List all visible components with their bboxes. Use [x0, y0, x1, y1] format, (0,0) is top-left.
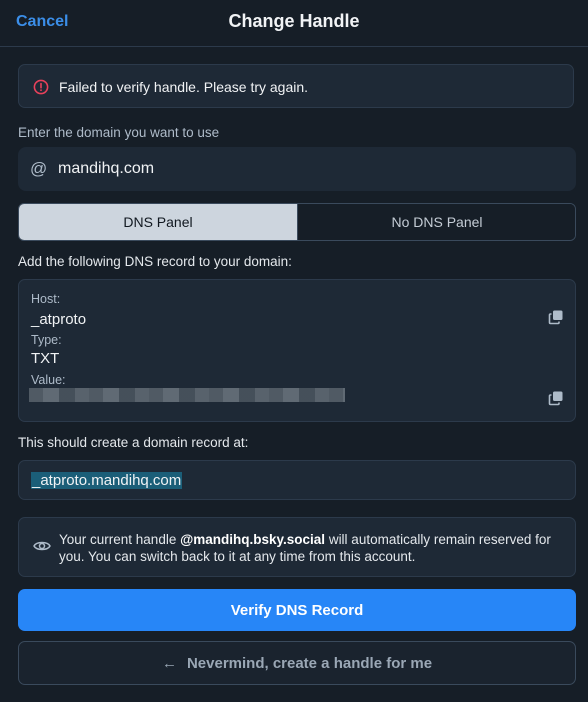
- host-value: _atproto: [31, 311, 87, 328]
- current-handle: @mandihq.bsky.social: [180, 532, 326, 547]
- eye-icon: [33, 541, 51, 551]
- copy-host-icon[interactable]: [548, 309, 564, 325]
- handle-info-box: Your current handle @mandihq.bsky.social…: [18, 517, 576, 577]
- domain-value[interactable]: mandihq.com: [58, 160, 154, 178]
- at-icon: @: [30, 159, 48, 178]
- dns-instructions: Add the following DNS record to your dom…: [18, 254, 292, 269]
- verify-dns-button[interactable]: Verify DNS Record: [18, 589, 576, 631]
- result-label: This should create a domain record at:: [18, 435, 249, 450]
- type-label: Type:: [31, 333, 62, 347]
- domain-label: Enter the domain you want to use: [18, 125, 220, 140]
- page-title: Change Handle: [228, 11, 360, 31]
- tab-dns-panel[interactable]: DNS Panel: [19, 204, 297, 240]
- arrow-left-icon: ←: [161, 654, 177, 672]
- type-value: TXT: [31, 350, 60, 367]
- tab-no-dns-panel[interactable]: No DNS Panel: [297, 204, 575, 240]
- header-bar: Cancel Change Handle: [0, 0, 588, 47]
- nevermind-label: Nevermind, create a handle for me: [186, 654, 433, 672]
- value-label: Value:: [31, 373, 66, 387]
- nevermind-button[interactable]: ← Nevermind, create a handle for me: [18, 641, 576, 685]
- dns-mode-toggle: DNS Panel No DNS Panel: [18, 203, 576, 241]
- domain-input[interactable]: @ mandihq.com: [18, 147, 576, 191]
- error-icon: [33, 79, 49, 95]
- domain-record-field[interactable]: _atproto.mandihq.com: [18, 460, 576, 500]
- info-prefix: Your current handle: [59, 532, 181, 547]
- copy-value-icon[interactable]: [548, 390, 564, 406]
- dns-record-card: Host: _atproto Type: TXT Value:: [18, 279, 576, 422]
- handle-info-text: Your current handle @mandihq.bsky.social…: [59, 531, 559, 565]
- redacted-value: [29, 388, 345, 402]
- error-banner: Failed to verify handle. Please try agai…: [18, 64, 574, 108]
- host-label: Host:: [31, 292, 61, 306]
- domain-record-value[interactable]: _atproto.mandihq.com: [31, 472, 183, 489]
- error-message: Failed to verify handle. Please try agai…: [59, 79, 309, 95]
